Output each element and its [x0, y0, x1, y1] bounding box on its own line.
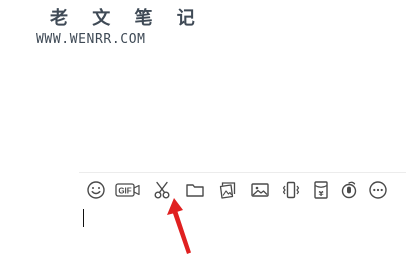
chat-input-toolbar: GIF ¥	[84, 178, 394, 202]
red-packet-button[interactable]: ¥	[309, 178, 333, 202]
toolbar-divider	[79, 172, 406, 173]
send-image-button[interactable]	[248, 178, 272, 202]
emoji-button[interactable]	[84, 178, 108, 202]
watermark-title: 老 文 笔 记	[50, 8, 204, 29]
red-packet-icon: ¥	[314, 181, 328, 199]
voice-icon	[341, 181, 357, 199]
watermark: 老 文 笔 记 WWW.WENRR.COM	[36, 8, 204, 48]
emoji-icon	[87, 181, 105, 199]
gif-label: GIF	[118, 186, 131, 195]
voice-button[interactable]	[337, 178, 361, 202]
gif-icon: GIF	[115, 183, 140, 197]
more-button[interactable]	[366, 178, 390, 202]
image-gallery-icon	[219, 182, 236, 199]
text-cursor	[83, 209, 84, 227]
image-icon	[251, 183, 269, 197]
scissors-icon	[154, 181, 170, 199]
watermark-url: WWW.WENRR.COM	[36, 32, 146, 47]
red-arrow-annotation	[167, 198, 191, 254]
gif-button[interactable]: GIF	[115, 178, 141, 202]
folder-icon	[186, 184, 204, 197]
shake-icon	[282, 181, 300, 199]
gallery-button[interactable]	[216, 178, 240, 202]
more-icon	[369, 181, 387, 199]
window-shake-button[interactable]	[279, 178, 303, 202]
red-packet-symbol: ¥	[319, 190, 324, 198]
